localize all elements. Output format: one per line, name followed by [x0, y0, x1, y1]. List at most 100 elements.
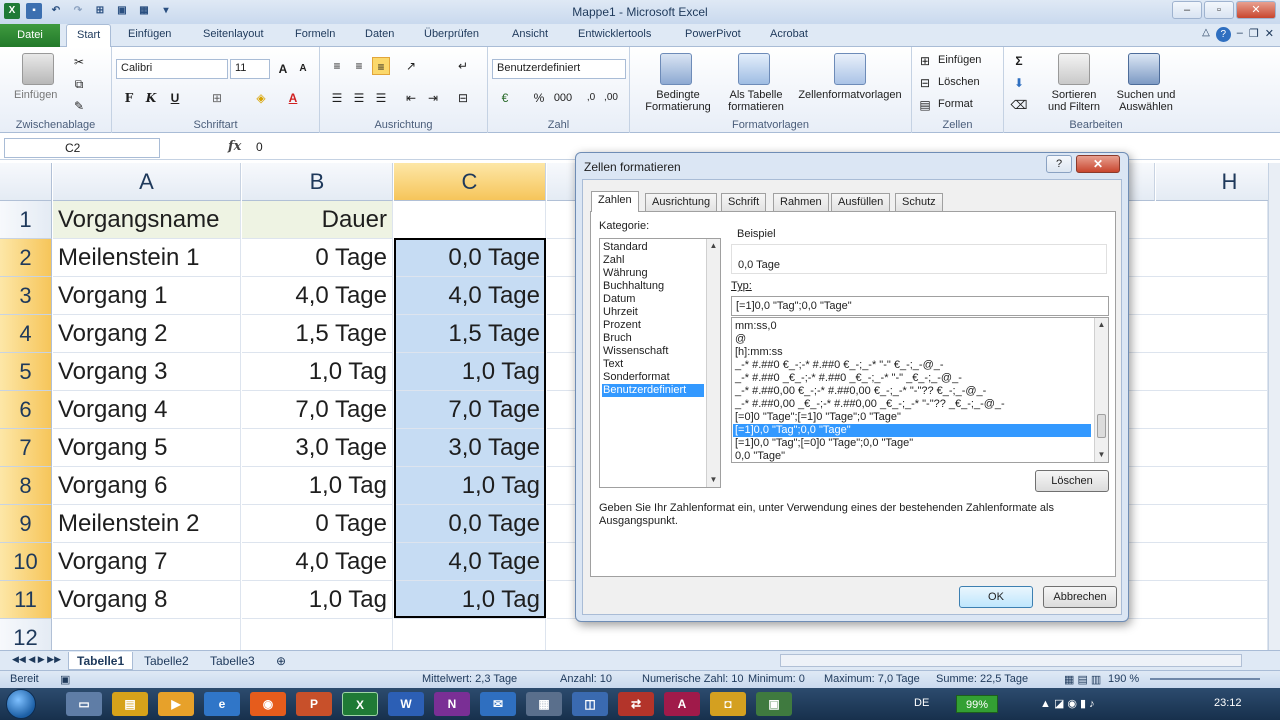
type-input[interactable]: [=1]0,0 "Tag";0,0 "Tage" — [731, 296, 1109, 316]
insert-cells-button[interactable]: Einfügen — [938, 54, 981, 66]
format-item[interactable]: 0,0 "Tage" — [733, 450, 1091, 463]
cell-styles-icon[interactable] — [834, 53, 866, 85]
taskbar-tool-icon[interactable]: ◘ — [710, 692, 746, 716]
format-item[interactable]: _-* #.##0 €_-;-* #.##0 €_-;_-* "-" €_-;_… — [733, 359, 1091, 372]
tab-powerpivot[interactable]: PowerPivot — [685, 28, 741, 40]
format-cells-icon[interactable]: ▤ — [916, 96, 934, 114]
category-item[interactable]: Währung — [602, 267, 704, 280]
doc-restore-icon[interactable]: ❐ — [1249, 27, 1259, 42]
shrink-font-icon[interactable]: A — [294, 60, 312, 78]
taskbar-powerpoint-icon[interactable]: P — [296, 692, 332, 716]
grid-cell[interactable]: Vorgang 7 — [53, 543, 241, 581]
column-header-c[interactable]: C — [394, 163, 546, 201]
taskbar-app-icon[interactable]: ◫ — [572, 692, 608, 716]
battery-indicator[interactable]: 99% — [956, 695, 998, 713]
category-item[interactable]: Uhrzeit — [602, 306, 704, 319]
decrease-indent-icon[interactable]: ⇤ — [402, 89, 420, 107]
align-left-icon[interactable]: ☰ — [328, 89, 346, 107]
grow-font-icon[interactable]: A — [274, 60, 292, 78]
conditional-format-icon[interactable] — [660, 53, 692, 85]
grid-cell[interactable]: Vorgang 4 — [53, 391, 241, 429]
category-item[interactable]: Buchhaltung — [602, 280, 704, 293]
view-buttons[interactable]: ▦ ▤ ▥ — [1064, 673, 1101, 686]
category-item[interactable]: Bruch — [602, 332, 704, 345]
dialog-tab-zahlen[interactable]: Zahlen — [591, 191, 639, 212]
align-bottom-icon[interactable]: ≡ — [372, 57, 390, 75]
grid-cell[interactable]: Vorgang 8 — [53, 581, 241, 619]
tab-daten[interactable]: Daten — [365, 28, 394, 40]
taskbar-explorer-icon[interactable]: ▭ — [66, 692, 102, 716]
tab-acrobat[interactable]: Acrobat — [770, 28, 808, 40]
grid-cell[interactable] — [394, 201, 546, 239]
grid-cell[interactable]: 1,5 Tage — [242, 315, 393, 353]
grid-cell[interactable]: 4,0 Tage — [242, 543, 393, 581]
start-button[interactable] — [6, 689, 36, 719]
format-as-table-button[interactable]: Als Tabelle formatieren — [716, 89, 796, 113]
grid-cell-empty[interactable] — [547, 619, 1268, 650]
delete-format-button[interactable]: Löschen — [1035, 470, 1109, 492]
cut-icon[interactable]: ✂ — [70, 53, 88, 71]
ribbon-minimize-icon[interactable]: △ — [1202, 27, 1210, 42]
align-top-icon[interactable]: ≡ — [328, 57, 346, 75]
format-scroll-down-icon[interactable]: ▼ — [1095, 448, 1108, 462]
percent-button[interactable]: % — [530, 89, 548, 107]
tab-ueberpruefen[interactable]: Überprüfen — [424, 28, 479, 40]
formula-input[interactable]: 0 — [256, 140, 263, 154]
dialog-close-button[interactable]: ✕ — [1076, 155, 1120, 173]
grid-cell[interactable]: 4,0 Tage — [394, 543, 546, 581]
dialog-tab-schutz[interactable]: Schutz — [895, 193, 943, 211]
taskbar-language[interactable]: DE — [914, 697, 929, 709]
grid-cell[interactable]: Meilenstein 2 — [53, 505, 241, 543]
bold-button[interactable]: F — [120, 89, 138, 107]
grid-cell[interactable]: 7,0 Tage — [242, 391, 393, 429]
macro-record-icon[interactable]: ▣ — [60, 673, 70, 686]
maximize-button[interactable]: ▫ — [1204, 1, 1234, 19]
merge-center-icon[interactable]: ⊟ — [454, 89, 472, 107]
grid-cell[interactable]: 4,0 Tage — [394, 277, 546, 315]
row-header[interactable]: 8 — [0, 467, 52, 505]
format-scroll-up-icon[interactable]: ▲ — [1095, 318, 1108, 332]
category-item[interactable]: Wissenschaft — [602, 345, 704, 358]
row-header[interactable]: 1 — [0, 201, 52, 239]
row-header[interactable]: 12 — [0, 619, 52, 650]
decrease-decimal-icon[interactable]: ,00 — [602, 89, 620, 107]
wrap-text-icon[interactable]: ↵ — [454, 57, 472, 75]
find-select-icon[interactable] — [1128, 53, 1160, 85]
grid-cell[interactable]: Vorgangsname — [53, 201, 241, 239]
category-item[interactable]: Benutzerdefiniert — [602, 384, 704, 397]
row-header[interactable]: 11 — [0, 581, 52, 619]
autosum-icon[interactable]: Σ — [1010, 52, 1028, 70]
increase-indent-icon[interactable]: ⇥ — [424, 89, 442, 107]
taskbar-folder-icon[interactable]: ▤ — [112, 692, 148, 716]
scroll-down-arrow-icon[interactable]: ▼ — [707, 473, 720, 487]
vertical-scrollbar[interactable] — [1268, 163, 1280, 650]
tab-ansicht[interactable]: Ansicht — [512, 28, 548, 40]
dialog-tab-ausrichtung[interactable]: Ausrichtung — [645, 193, 718, 211]
grid-cell[interactable]: 1,0 Tag — [242, 467, 393, 505]
grid-cell[interactable]: 1,0 Tag — [394, 581, 546, 619]
grid-cell[interactable]: 1,0 Tag — [242, 353, 393, 391]
row-header[interactable]: 10 — [0, 543, 52, 581]
fill-color-icon[interactable]: ◈ — [252, 89, 270, 107]
tab-formeln[interactable]: Formeln — [295, 28, 335, 40]
horizontal-scrollbar[interactable] — [780, 654, 1242, 667]
name-box[interactable]: C2 — [4, 138, 160, 158]
dialog-tab-schrift[interactable]: Schrift — [721, 193, 767, 211]
format-item[interactable]: mm:ss,0 — [733, 320, 1091, 333]
ok-button[interactable]: OK — [959, 586, 1033, 608]
taskbar-access-icon[interactable]: A — [664, 692, 700, 716]
sort-filter-icon[interactable] — [1058, 53, 1090, 85]
grid-cell[interactable]: 1,0 Tag — [242, 581, 393, 619]
italic-button[interactable]: K — [142, 89, 160, 107]
border-icon[interactable]: ⊞ — [208, 89, 226, 107]
format-list-scrollbar[interactable]: ▲ ▼ — [1094, 318, 1108, 462]
clear-icon[interactable]: ⌫ — [1010, 96, 1028, 114]
row-header[interactable]: 5 — [0, 353, 52, 391]
underline-button[interactable]: U — [166, 89, 184, 107]
row-header[interactable]: 9 — [0, 505, 52, 543]
grid-cell[interactable]: 0 Tage — [242, 239, 393, 277]
category-item[interactable]: Standard — [602, 241, 704, 254]
doc-close-icon[interactable]: ✕ — [1265, 27, 1274, 42]
row-header[interactable]: 2 — [0, 239, 52, 277]
increase-decimal-icon[interactable]: ,0 — [582, 89, 600, 107]
